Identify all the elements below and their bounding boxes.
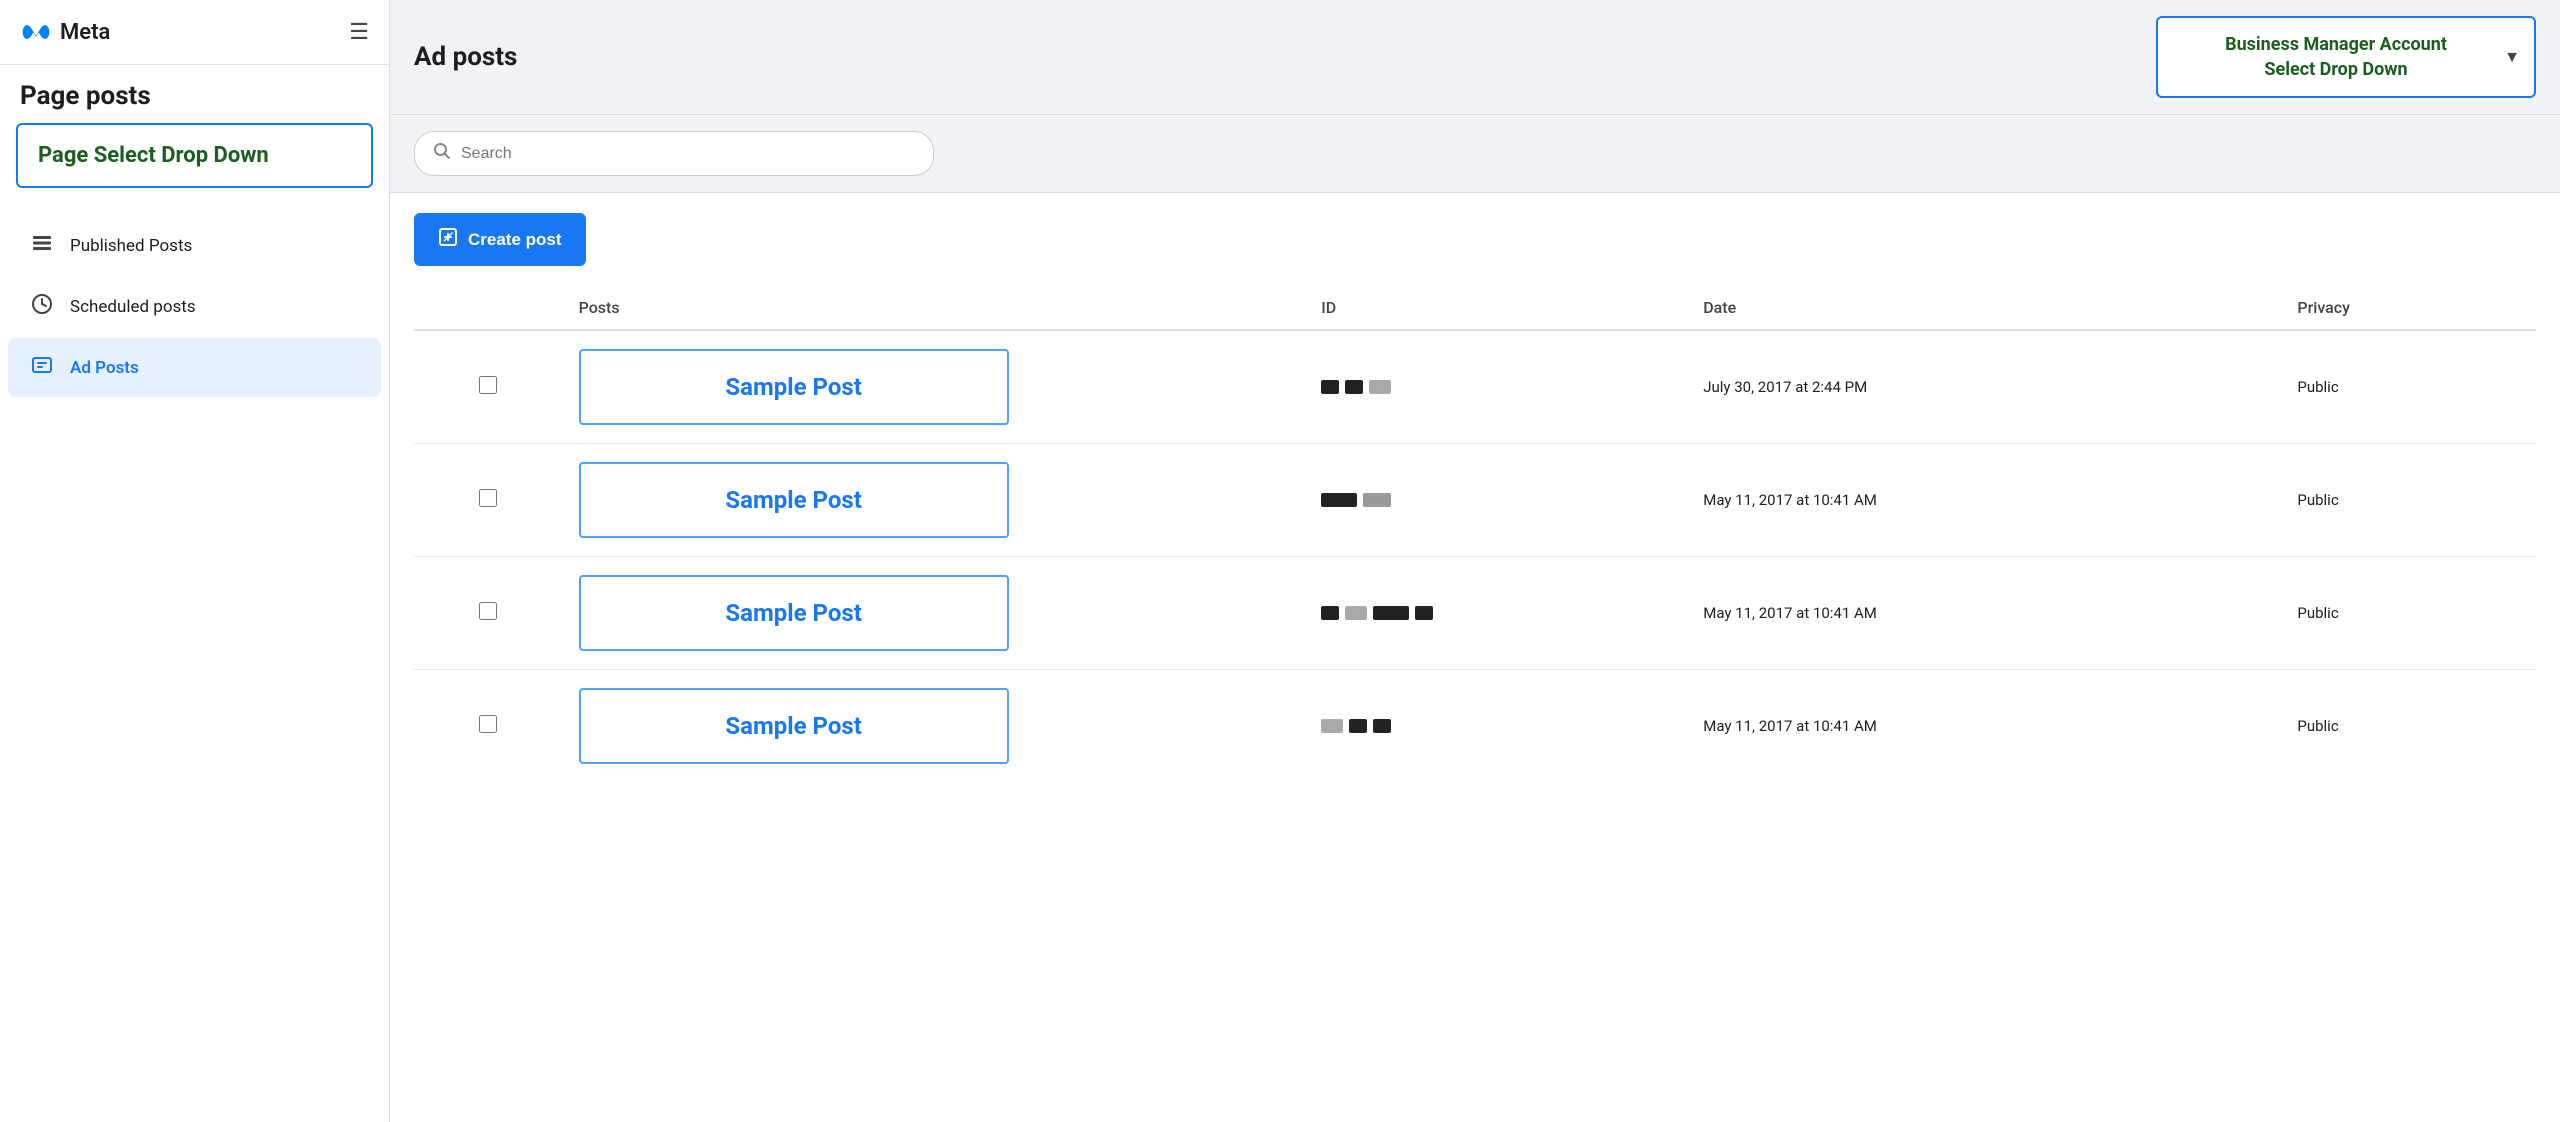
row-checkbox-cell xyxy=(414,557,563,670)
id-block xyxy=(1373,719,1391,733)
row-checkbox[interactable] xyxy=(479,602,497,620)
date-cell: May 11, 2017 at 10:41 AM xyxy=(1687,557,2281,670)
privacy-cell: Public xyxy=(2281,557,2536,670)
top-bar: Ad posts Business Manager Account Select… xyxy=(390,0,2560,115)
sample-post-label: Sample Post xyxy=(725,712,862,740)
search-icon xyxy=(433,142,451,165)
sidebar-item-label-scheduled: Scheduled posts xyxy=(70,297,196,317)
page-title: Ad posts xyxy=(414,42,517,72)
post-cell: Sample Post xyxy=(563,557,1306,670)
sidebar-item-ad-posts[interactable]: Ad Posts xyxy=(8,338,381,397)
date-cell: May 11, 2017 at 10:41 AM xyxy=(1687,670,2281,783)
sidebar-nav: Published Posts Scheduled posts Ad Posts xyxy=(0,208,389,405)
col-header-privacy: Privacy xyxy=(2281,286,2536,330)
sample-post-label: Sample Post xyxy=(725,373,862,401)
id-block xyxy=(1369,380,1391,394)
id-block xyxy=(1321,606,1339,620)
id-block xyxy=(1349,719,1367,733)
id-cell xyxy=(1305,444,1687,557)
col-header-id: ID xyxy=(1305,286,1687,330)
id-block xyxy=(1345,606,1367,620)
search-input[interactable] xyxy=(461,145,915,163)
sample-post-box: Sample Post xyxy=(579,462,1009,538)
page-select-dropdown[interactable]: Page Select Drop Down xyxy=(16,123,373,188)
id-blocks xyxy=(1321,380,1671,394)
table-row: Sample Post July 30, 2017 at 2:44 PM Pub… xyxy=(414,330,2536,444)
sidebar-item-label-ad-posts: Ad Posts xyxy=(70,358,139,378)
privacy-cell: Public xyxy=(2281,670,2536,783)
bm-account-label: Business Manager Account Select Drop Dow… xyxy=(2225,32,2447,82)
post-cell: Sample Post xyxy=(563,670,1306,783)
id-block xyxy=(1363,493,1391,507)
table-header: Posts ID Date Privacy xyxy=(414,286,2536,330)
id-cell xyxy=(1305,670,1687,783)
ad-posts-icon xyxy=(28,354,56,381)
search-input-wrapper xyxy=(414,131,934,176)
sample-post-box: Sample Post xyxy=(579,688,1009,764)
col-checkbox xyxy=(414,286,563,330)
row-checkbox[interactable] xyxy=(479,376,497,394)
meta-wordmark: Meta xyxy=(60,20,110,45)
col-header-date: Date xyxy=(1687,286,2281,330)
posts-table: Posts ID Date Privacy Sample Post xyxy=(414,286,2536,782)
sidebar-item-label-published: Published Posts xyxy=(70,236,192,256)
id-blocks xyxy=(1321,606,1671,620)
row-checkbox[interactable] xyxy=(479,489,497,507)
date-cell: May 11, 2017 at 10:41 AM xyxy=(1687,444,2281,557)
sample-post-box: Sample Post xyxy=(579,349,1009,425)
date-cell: July 30, 2017 at 2:44 PM xyxy=(1687,330,2281,444)
hamburger-menu-icon[interactable]: ☰ xyxy=(349,20,369,45)
id-block xyxy=(1373,606,1409,620)
published-posts-icon xyxy=(28,232,56,259)
sidebar-header: Meta ☰ xyxy=(0,0,389,65)
meta-logo-icon xyxy=(20,16,52,48)
sample-post-label: Sample Post xyxy=(725,486,862,514)
sample-post-box: Sample Post xyxy=(579,575,1009,651)
table-row: Sample Post May 11, 2017 at 10:41 AM Pub… xyxy=(414,557,2536,670)
table-row: Sample Post May 11, 2017 at 10:41 AM Pub… xyxy=(414,670,2536,783)
row-checkbox-cell xyxy=(414,330,563,444)
table-body: Sample Post July 30, 2017 at 2:44 PM Pub… xyxy=(414,330,2536,782)
id-block xyxy=(1321,493,1357,507)
id-block xyxy=(1345,380,1363,394)
row-checkbox[interactable] xyxy=(479,715,497,733)
post-cell: Sample Post xyxy=(563,444,1306,557)
main-content: Ad posts Business Manager Account Select… xyxy=(390,0,2560,1122)
page-posts-title: Page posts xyxy=(0,65,389,123)
bm-account-dropdown[interactable]: Business Manager Account Select Drop Dow… xyxy=(2156,16,2536,98)
id-block xyxy=(1321,380,1339,394)
sidebar: Meta ☰ Page posts Page Select Drop Down … xyxy=(0,0,390,1122)
page-select-dropdown-label: Page Select Drop Down xyxy=(38,143,269,168)
table-row: Sample Post May 11, 2017 at 10:41 AM Pub… xyxy=(414,444,2536,557)
id-cell xyxy=(1305,330,1687,444)
search-bar-container xyxy=(390,115,2560,193)
post-cell: Sample Post xyxy=(563,330,1306,444)
privacy-cell: Public xyxy=(2281,444,2536,557)
bm-chevron-icon: ▼ xyxy=(2504,47,2520,67)
meta-logo: Meta xyxy=(20,16,110,48)
sample-post-label: Sample Post xyxy=(725,599,862,627)
row-checkbox-cell xyxy=(414,444,563,557)
content-area: Create post Posts ID Date Privacy xyxy=(390,193,2560,1122)
sidebar-item-published-posts[interactable]: Published Posts xyxy=(8,216,381,275)
id-block xyxy=(1415,606,1433,620)
create-post-button[interactable]: Create post xyxy=(414,213,586,266)
id-cell xyxy=(1305,557,1687,670)
create-post-icon xyxy=(438,227,458,252)
row-checkbox-cell xyxy=(414,670,563,783)
id-blocks xyxy=(1321,719,1671,733)
create-post-label: Create post xyxy=(468,230,562,250)
scheduled-posts-icon xyxy=(28,293,56,320)
id-blocks xyxy=(1321,493,1671,507)
id-block xyxy=(1321,719,1343,733)
sidebar-item-scheduled-posts[interactable]: Scheduled posts xyxy=(8,277,381,336)
privacy-cell: Public xyxy=(2281,330,2536,444)
col-header-posts: Posts xyxy=(563,286,1306,330)
